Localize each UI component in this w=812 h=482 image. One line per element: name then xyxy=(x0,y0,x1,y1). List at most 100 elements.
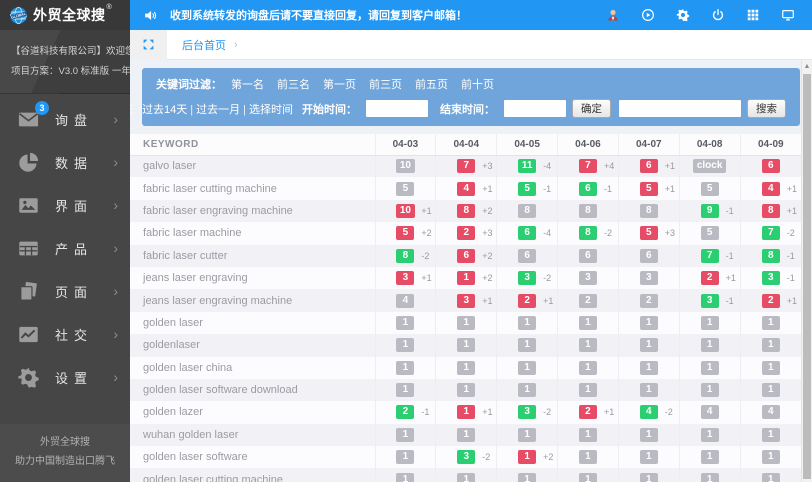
time-filter-option[interactable]: 过去一月 xyxy=(196,104,240,116)
search-input[interactable] xyxy=(619,100,741,117)
keyword-rank-table: KEYWORD 04-0304-0404-0504-0604-0704-0804… xyxy=(130,134,801,482)
rank-delta: +3 xyxy=(482,161,492,171)
rank-badge-gray: 8 xyxy=(518,204,536,218)
time-filter-option[interactable]: 选择时间 xyxy=(249,104,293,116)
sidebar-item-interface[interactable]: 界面› xyxy=(0,184,130,227)
rank-badge-red: 7 xyxy=(457,159,475,173)
rank-delta: +2 xyxy=(421,228,431,238)
rank-badge-gray: 5 xyxy=(701,226,719,240)
keyword-filter-row: 关键词过滤： 第一名 前三名 第一页 前三页 前五页 前十页 xyxy=(156,76,786,92)
rank-cell: 1 xyxy=(497,424,558,446)
keyword-filter-option[interactable]: 第一页 xyxy=(323,79,356,91)
rank-cell: 9-1 xyxy=(679,200,740,222)
keyword-cell: golden laser xyxy=(130,312,375,334)
rank-delta: +3 xyxy=(665,228,675,238)
keyword-cell: galvo laser xyxy=(130,155,375,177)
keyword-filter-option[interactable]: 前三页 xyxy=(369,79,402,91)
start-time-input[interactable] xyxy=(366,100,428,117)
scroll-up-arrow-icon[interactable]: ▲ xyxy=(802,60,812,73)
monitor-icon[interactable] xyxy=(781,8,795,22)
rank-cell: 6 xyxy=(497,245,558,267)
rank-delta: -2 xyxy=(787,228,795,238)
rank-cell: 1 xyxy=(375,379,436,401)
rank-badge-green: 6 xyxy=(579,182,597,196)
sidebar-item-page[interactable]: 页面› xyxy=(0,270,130,313)
line-chart-icon xyxy=(17,323,40,346)
rank-badge-gray: 4 xyxy=(762,405,780,419)
rank-cell: 3+1 xyxy=(375,267,436,289)
rank-delta: -2 xyxy=(604,228,612,238)
rank-delta: +1 xyxy=(482,184,492,194)
date-column-header: 04-03 xyxy=(375,134,436,155)
table-icon xyxy=(17,237,40,260)
rank-badge-gray: 1 xyxy=(457,383,475,397)
rank-badge-red: 2 xyxy=(762,294,780,308)
sidebar-item-social[interactable]: 社交 › xyxy=(0,313,130,356)
rank-cell: 1 xyxy=(558,424,619,446)
breadcrumb-home[interactable]: 后台首页 xyxy=(182,37,226,53)
rank-badge-red: 6 xyxy=(762,159,780,173)
expand-icon[interactable] xyxy=(130,30,167,60)
table-row: jeans laser engraving3+11+23-2332+13-1 xyxy=(130,267,801,289)
rank-badge-gray: 1 xyxy=(396,316,414,330)
rank-cell: 6-4 xyxy=(497,222,558,244)
confirm-button[interactable]: 确定 xyxy=(572,99,611,118)
rank-cell: 5+2 xyxy=(375,222,436,244)
sidebar-item-label: 社交 xyxy=(55,325,93,344)
rank-badge-gray: 1 xyxy=(762,316,780,330)
keyword-filter-option[interactable]: 前十页 xyxy=(461,79,494,91)
rank-badge-gray: 1 xyxy=(701,338,719,352)
gear-icon[interactable] xyxy=(676,8,690,22)
rank-badge-gray: 1 xyxy=(701,361,719,375)
rank-cell: 1 xyxy=(497,357,558,379)
rank-cell: 6 xyxy=(618,245,679,267)
keyword-cell: fabric laser engraving machine xyxy=(130,200,375,222)
rank-cell: 3 xyxy=(618,267,679,289)
keyword-filter-option[interactable]: 前三名 xyxy=(277,79,310,91)
sidebar-item-settings[interactable]: 设置› xyxy=(0,356,130,399)
grid-icon[interactable] xyxy=(746,8,760,22)
rank-badge-gray: 1 xyxy=(457,338,475,352)
rank-cell: 3+1 xyxy=(436,289,497,311)
end-time-label: 结束时间： xyxy=(440,101,495,117)
sidebar-menu: 3询盘›数据›界面›产品›页面› 社交 › 设置› xyxy=(0,94,130,399)
rank-badge-red: 7 xyxy=(579,159,597,173)
keyword-cell: golden laser china xyxy=(130,357,375,379)
rank-badge-red: 4 xyxy=(457,182,475,196)
search-button[interactable]: 搜索 xyxy=(747,99,786,118)
keyword-filter-label: 关键词过滤： xyxy=(156,76,222,92)
rank-badge-red: 3 xyxy=(457,294,475,308)
chevron-right-icon: › xyxy=(113,327,118,341)
sidebar-item-label: 询盘 xyxy=(55,110,93,129)
rank-delta: +4 xyxy=(604,161,614,171)
rank-delta: +2 xyxy=(482,251,492,261)
rank-badge-gray: 1 xyxy=(640,383,658,397)
rank-cell: 8 xyxy=(497,200,558,222)
footer-brand: 外贸全球搜 xyxy=(0,433,130,452)
time-filter-option[interactable]: 过去14天 xyxy=(142,104,187,116)
keyword-filter-option[interactable]: 第一名 xyxy=(231,79,264,91)
rank-badge-gray: 1 xyxy=(640,316,658,330)
rank-cell: 1 xyxy=(679,357,740,379)
vertical-scrollbar[interactable]: ▲ xyxy=(801,60,812,482)
sidebar-item-product[interactable]: 产品› xyxy=(0,227,130,270)
play-icon[interactable] xyxy=(641,8,655,22)
rank-cell: 1 xyxy=(558,446,619,468)
table-row: goldenlaser1111111 xyxy=(130,334,801,356)
rank-cell: 2+1 xyxy=(740,289,801,311)
time-filter-option[interactable]: 过去7天 xyxy=(130,104,133,116)
scrollbar-thumb[interactable] xyxy=(803,74,811,479)
rank-cell: 3-2 xyxy=(497,267,558,289)
end-time-input[interactable] xyxy=(504,100,566,117)
sidebar-item-data[interactable]: 数据› xyxy=(0,141,130,184)
rank-cell: 1 xyxy=(740,312,801,334)
avatar[interactable] xyxy=(606,8,620,22)
rank-cell: 1 xyxy=(740,379,801,401)
sidebar-item-inquiry[interactable]: 3询盘› xyxy=(0,98,130,141)
keyword-cell: jeans laser engraving xyxy=(130,267,375,289)
rank-badge-gray: 5 xyxy=(701,182,719,196)
rank-cell: 4+1 xyxy=(740,177,801,199)
rank-badge-gray: 1 xyxy=(701,450,719,464)
keyword-filter-option[interactable]: 前五页 xyxy=(415,79,448,91)
power-icon[interactable] xyxy=(711,8,725,22)
